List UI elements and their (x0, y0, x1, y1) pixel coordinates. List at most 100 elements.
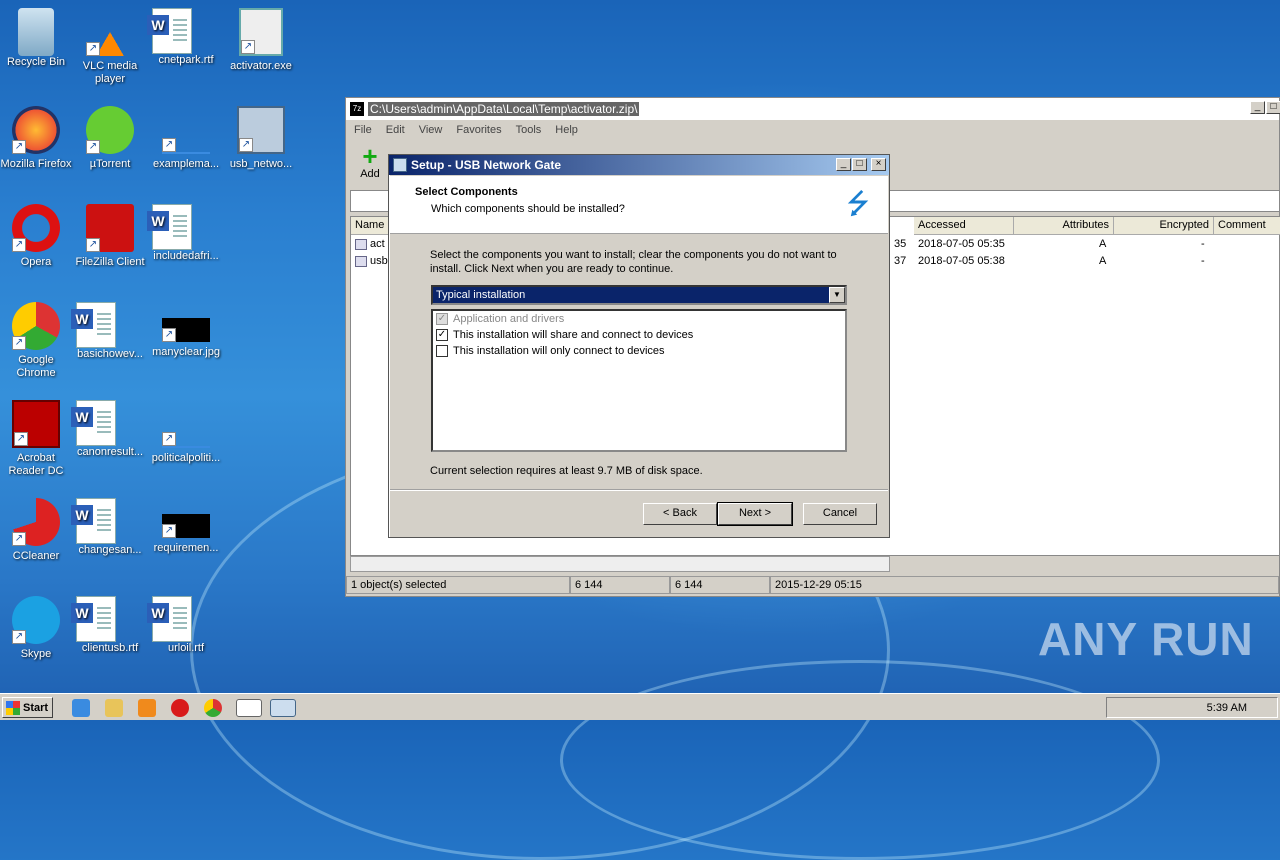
desktop-icon[interactable]: basichowev... (71, 302, 148, 361)
component-label: Application and drivers (453, 313, 565, 325)
horizontal-scrollbar[interactable] (350, 556, 890, 572)
menu-view[interactable]: View (419, 124, 443, 136)
column-accessed[interactable]: Accessed (914, 217, 1014, 235)
menu-help[interactable]: Help (555, 124, 578, 136)
maximize-button[interactable]: □ (852, 158, 867, 171)
blank-file-icon: ↗ (162, 106, 210, 154)
menu-file[interactable]: File (354, 124, 372, 136)
clock[interactable]: 5:39 AM (1207, 702, 1247, 714)
desktop-icon[interactable]: canonresult... (71, 400, 148, 459)
desktop-icon[interactable]: ↗ politicalpoliti... (148, 400, 224, 465)
component-checkbox[interactable] (436, 345, 448, 357)
desktop-icon[interactable]: ↗ manyclear.jpg (148, 302, 224, 359)
taskbar: Start 5:39 AM (0, 693, 1280, 720)
component-label[interactable]: This installation will only connect to d… (453, 345, 665, 357)
shortcut-arrow-icon: ↗ (86, 140, 100, 154)
opera-icon: ↗ (12, 204, 60, 252)
row-icon (355, 256, 367, 267)
exe-icon: ↗ (239, 8, 283, 56)
shortcut-arrow-icon: ↗ (12, 238, 26, 252)
word-doc-icon (147, 596, 192, 642)
desktop-icon[interactable]: includedafri... (147, 204, 224, 263)
row-encrypted: - (1201, 255, 1205, 267)
row-name[interactable]: act (370, 238, 385, 250)
menu-favorites[interactable]: Favorites (456, 124, 501, 136)
column-name[interactable]: Name (351, 217, 391, 235)
blank-file-icon: ↗ (162, 400, 210, 448)
setup-titlebar[interactable]: Setup - USB Network Gate (389, 155, 889, 175)
start-button[interactable]: Start (2, 697, 53, 718)
explorer-icon[interactable] (105, 699, 123, 717)
desktop-icon[interactable]: cnetpark.rtf (147, 8, 224, 67)
minimize-button[interactable]: _ (1250, 101, 1265, 114)
status-packed-size: 6 144 (670, 576, 770, 594)
cancel-button[interactable]: Cancel (803, 503, 877, 525)
component-item[interactable]: ✓ This installation will share and conne… (433, 327, 845, 343)
desktop-icon[interactable]: ↗ Opera (0, 204, 74, 269)
desktop-icon[interactable]: changesan... (71, 498, 148, 557)
shortcut-arrow-icon: ↗ (162, 138, 176, 152)
media-player-icon[interactable] (138, 699, 156, 717)
desktop-icon-label: examplema... (152, 158, 220, 170)
chrome-icon[interactable] (204, 699, 222, 717)
page-subheading: Which components should be installed? (431, 203, 625, 215)
setup-task-icon[interactable] (270, 699, 296, 717)
desktop-icon[interactable]: ↗ CCleaner (0, 498, 74, 563)
desktop-icon[interactable]: ↗ activator.exe (223, 8, 299, 73)
menu-edit[interactable]: Edit (386, 124, 405, 136)
utorrent-icon: ↗ (86, 106, 134, 154)
desktop-icon[interactable]: ↗ Skype (0, 596, 74, 661)
desktop-icon[interactable]: clientusb.rtf (71, 596, 148, 655)
menu-tools[interactable]: Tools (516, 124, 542, 136)
close-button[interactable]: × (871, 158, 886, 171)
7zip-icon: 7z (350, 102, 364, 116)
desktop-icon[interactable]: ↗ FileZilla Client (72, 204, 148, 269)
desktop-icon-label: includedafri... (153, 250, 219, 262)
maximize-button[interactable]: □ (1266, 101, 1280, 114)
7zip-titlebar[interactable]: 7z C:\Users\admin\AppData\Local\Temp\act… (346, 98, 1279, 120)
shortcut-arrow-icon: ↗ (239, 138, 253, 152)
column-comment[interactable]: Comment (1214, 217, 1280, 235)
word-doc-icon (147, 8, 192, 54)
desktop-icon[interactable]: ↗ Acrobat Reader DC (0, 400, 74, 478)
column-encrypted[interactable]: Encrypted (1114, 217, 1214, 235)
chevron-down-icon[interactable]: ▼ (829, 287, 845, 303)
plus-icon: + (362, 141, 378, 171)
installation-type-select[interactable]: Typical installation ▼ (431, 285, 847, 305)
add-button[interactable]: + Add (356, 141, 384, 180)
desktop-icon[interactable]: ↗ examplema... (148, 106, 224, 171)
component-item[interactable]: This installation will only connect to d… (433, 343, 845, 359)
desktop-icon[interactable]: urloil.rtf (147, 596, 224, 655)
shortcut-arrow-icon: ↗ (12, 532, 26, 546)
desktop-icon-label: Acrobat Reader DC (8, 452, 64, 477)
desktop-icon[interactable]: ↗ VLC media player (72, 8, 148, 86)
desktop-icon-label: activator.exe (230, 60, 292, 72)
opera-icon[interactable] (171, 699, 189, 717)
desktop-icon-label: VLC media player (82, 60, 138, 85)
desktop-icon[interactable]: ↗ Google Chrome (0, 302, 74, 380)
word-doc-icon (71, 400, 116, 446)
row-time-fragment: 35 (894, 238, 907, 250)
minimize-button[interactable]: _ (836, 158, 851, 171)
component-checkbox[interactable]: ✓ (436, 329, 448, 341)
row-attributes: A (1099, 238, 1107, 250)
acrobat-icon: ↗ (12, 400, 60, 448)
back-button[interactable]: < Back (643, 503, 717, 525)
7zip-task-icon[interactable] (236, 699, 262, 717)
desktop-icon-label: urloil.rtf (167, 642, 205, 654)
desktop-icon[interactable]: Recycle Bin (0, 8, 74, 69)
component-label[interactable]: This installation will share and connect… (453, 329, 693, 341)
desktop-icon[interactable]: ↗ Mozilla Firefox (0, 106, 74, 171)
row-name[interactable]: usb (370, 255, 388, 267)
next-button[interactable]: Next > (717, 502, 793, 526)
ie-icon[interactable] (72, 699, 90, 717)
column-attributes[interactable]: Attributes (1014, 217, 1114, 235)
desktop-icon[interactable]: ↗ µTorrent (72, 106, 148, 171)
desktop-icon[interactable]: ↗ usb_netwo... (223, 106, 299, 171)
component-item: ✓ Application and drivers (433, 311, 845, 327)
word-doc-icon (71, 302, 116, 348)
disk-space-text: Current selection requires at least 9.7 … (430, 465, 703, 477)
row-accessed: 2018-07-05 05:35 (918, 238, 1005, 250)
desktop-icon[interactable]: ↗ requiremen... (148, 498, 224, 555)
shortcut-arrow-icon: ↗ (241, 40, 255, 54)
